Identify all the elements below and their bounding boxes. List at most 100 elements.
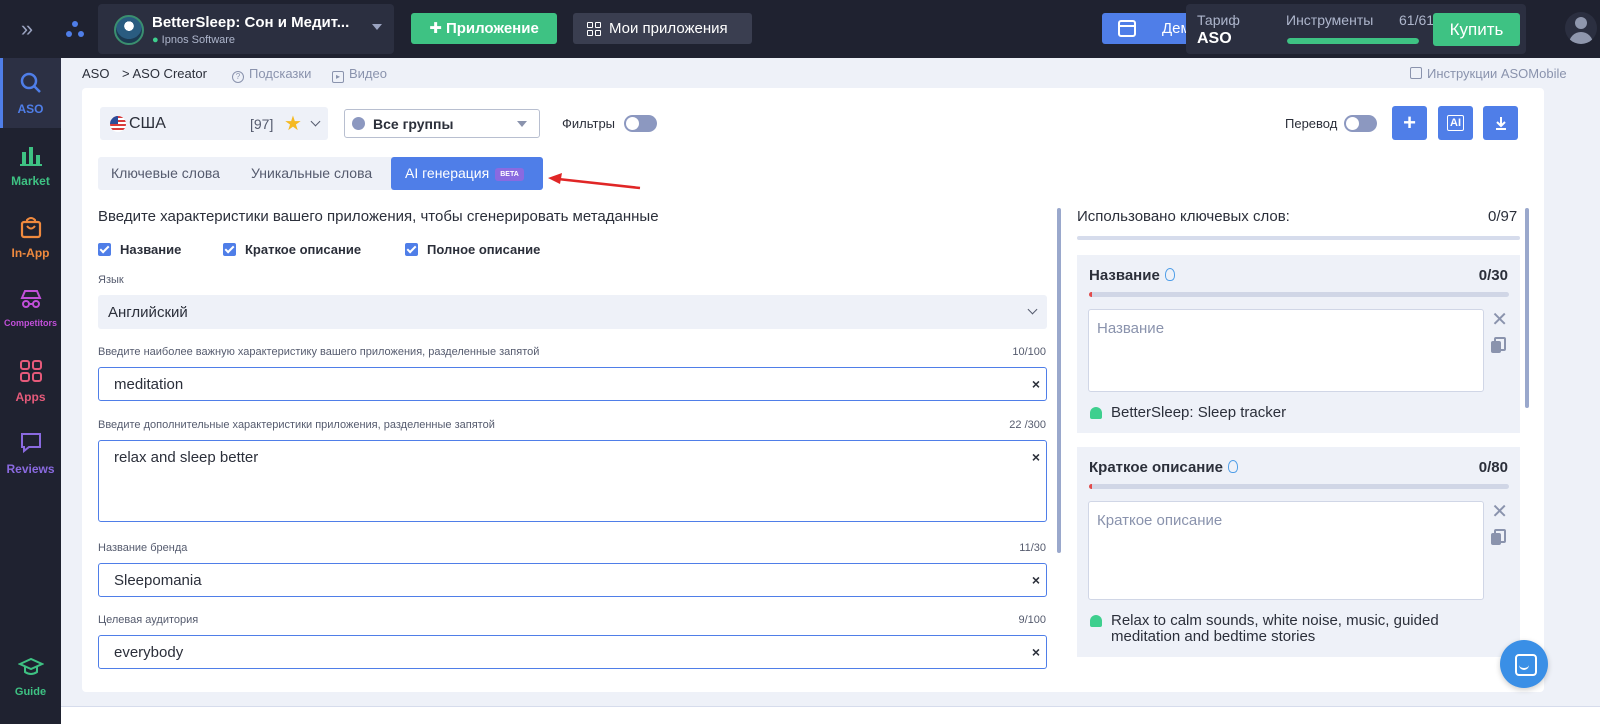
avatar[interactable] xyxy=(1565,12,1597,44)
nav-label: Guide xyxy=(14,686,47,698)
android-icon: ● xyxy=(152,34,159,46)
main-feature-input[interactable]: meditation × xyxy=(98,367,1047,401)
tab-bar: Ключевые слова Уникальные слова AI генер… xyxy=(98,157,543,190)
clear-icon[interactable]: × xyxy=(1032,644,1040,660)
clear-icon[interactable]: × xyxy=(1032,449,1040,465)
ai-button[interactable]: AI xyxy=(1438,106,1473,140)
breadcrumb-current: > ASO Creator xyxy=(122,66,207,81)
nav-item-guide[interactable]: Guide xyxy=(0,642,61,712)
tools-count: 61/61 xyxy=(1399,12,1435,28)
used-keywords-count: 0/97 xyxy=(1488,208,1518,225)
tools-progress-fill xyxy=(1287,38,1419,44)
checkbox-checked-icon[interactable] xyxy=(98,243,111,256)
my-apps-button[interactable]: Мои приложения xyxy=(573,13,752,44)
help-icon: ? xyxy=(232,71,244,83)
plus-icon: ✚ xyxy=(429,20,446,37)
hints-link[interactable]: ? Подсказки xyxy=(232,66,311,83)
nav-label: Competitors xyxy=(3,318,57,328)
logo-icon[interactable] xyxy=(66,20,84,38)
tariff-plan: ASO xyxy=(1197,30,1232,47)
expand-sidebar-icon[interactable]: » xyxy=(14,16,40,42)
nav-label: Apps xyxy=(15,390,46,404)
left-nav: ASO Market In-App Competitors Apps Revie… xyxy=(0,58,61,724)
audience-input[interactable]: everybody × xyxy=(98,635,1047,669)
chevron-down-icon xyxy=(1027,304,1038,315)
clear-icon[interactable]: × xyxy=(1032,376,1040,392)
tab-unique-words[interactable]: Уникальные слова xyxy=(251,157,372,190)
short-description-current-line2: meditation and bedtime stories xyxy=(1111,628,1316,645)
group-name: Все группы xyxy=(373,116,454,132)
checkbox-short-description[interactable]: Краткое описание xyxy=(223,242,361,257)
short-description-metadata-box: Краткое описание 0/80 Краткое описание ✕… xyxy=(1077,447,1520,657)
filters-label: Фильтры xyxy=(562,116,616,131)
country-count: [97] xyxy=(250,116,274,132)
language-value: Английский xyxy=(108,304,188,321)
close-icon[interactable]: ✕ xyxy=(1491,499,1508,524)
nav-item-in-app[interactable]: In-App xyxy=(0,202,61,272)
app-selector[interactable]: BetterSleep: Сон и Медит... ● Ipnos Softw… xyxy=(98,4,394,54)
tab-ai-generation[interactable]: AI генерация BETA xyxy=(391,157,543,190)
clear-icon[interactable]: × xyxy=(1032,572,1040,588)
add-button[interactable]: + xyxy=(1392,106,1427,140)
short-description-current-line1: Relax to calm sounds, white noise, music… xyxy=(1111,612,1439,629)
country-name: США xyxy=(129,115,166,132)
audience-label: Целевая аудитория xyxy=(98,614,199,626)
grid-icon xyxy=(20,360,42,382)
instructions-link[interactable]: Инструкции ASOMobile xyxy=(1410,66,1567,81)
download-button[interactable] xyxy=(1483,106,1518,140)
tab-keywords[interactable]: Ключевые слова xyxy=(111,157,220,190)
book-icon xyxy=(1410,67,1422,79)
country-select[interactable]: США [97] ★ xyxy=(100,107,328,140)
checkbox-title[interactable]: Название xyxy=(98,242,181,257)
buy-button[interactable]: Купить xyxy=(1433,13,1520,46)
close-icon[interactable]: ✕ xyxy=(1491,307,1508,332)
checkbox-full-description[interactable]: Полное описание xyxy=(405,242,540,257)
copy-icon[interactable] xyxy=(1491,529,1506,545)
nav-item-reviews[interactable]: Reviews xyxy=(0,418,61,488)
bag-icon xyxy=(20,217,42,239)
checkbox-checked-icon[interactable] xyxy=(223,243,236,256)
play-icon: ▸ xyxy=(332,71,344,83)
filters-toggle[interactable] xyxy=(624,115,657,132)
star-icon[interactable]: ★ xyxy=(284,111,302,136)
brand-value: Sleepomania xyxy=(114,572,202,589)
title-current-value: BetterSleep: Sleep tracker xyxy=(1111,404,1287,421)
support-chat-button[interactable] xyxy=(1500,640,1548,688)
language-select[interactable]: Английский xyxy=(98,295,1047,329)
translate-toggle[interactable] xyxy=(1344,115,1377,132)
checkbox-checked-icon[interactable] xyxy=(405,243,418,256)
form-scrollbar[interactable] xyxy=(1057,208,1061,553)
extra-features-textarea[interactable]: relax and sleep better × xyxy=(98,440,1047,522)
breadcrumb-root[interactable]: ASO xyxy=(82,66,109,81)
chevron-down-icon xyxy=(372,24,382,30)
tariff-panel: Тариф ASO Инструменты 61/61 Купить xyxy=(1186,4,1526,54)
copy-icon[interactable] xyxy=(1491,337,1506,353)
title-metadata-input[interactable]: Название xyxy=(1088,309,1484,392)
nav-item-competitors[interactable]: Competitors xyxy=(0,274,61,344)
short-description-metadata-label: Краткое описание xyxy=(1089,459,1238,476)
brand-counter: 11/30 xyxy=(1019,542,1046,554)
metadata-scrollbar[interactable] xyxy=(1525,208,1529,408)
nav-item-market[interactable]: Market xyxy=(0,130,61,200)
title-metadata-count: 0/30 xyxy=(1478,267,1508,284)
extra-features-label: Введите дополнительные характеристики пр… xyxy=(98,419,495,431)
short-description-metadata-bar-fill xyxy=(1089,484,1092,489)
title-placeholder: Название xyxy=(1097,320,1165,337)
us-flag-icon xyxy=(110,116,126,132)
lightbulb-icon[interactable] xyxy=(1164,268,1175,281)
nav-label: In-App xyxy=(11,246,50,260)
nav-label: Reviews xyxy=(6,462,55,476)
short-description-metadata-input[interactable]: Краткое описание xyxy=(1088,501,1484,600)
lightbulb-icon[interactable] xyxy=(1227,460,1238,473)
title-metadata-label: Название xyxy=(1089,267,1175,284)
chevron-down-icon xyxy=(517,121,527,127)
add-app-button[interactable]: ✚ Приложение xyxy=(411,13,557,44)
nav-item-apps[interactable]: Apps xyxy=(0,346,61,416)
nav-item-aso[interactable]: ASO xyxy=(0,58,61,128)
video-link[interactable]: ▸ Видео xyxy=(332,66,387,83)
grid-icon xyxy=(587,22,601,36)
brand-input[interactable]: Sleepomania × xyxy=(98,563,1047,597)
group-select[interactable]: Все группы xyxy=(344,109,540,138)
android-icon xyxy=(1090,407,1102,419)
calendar-icon xyxy=(1118,20,1136,37)
